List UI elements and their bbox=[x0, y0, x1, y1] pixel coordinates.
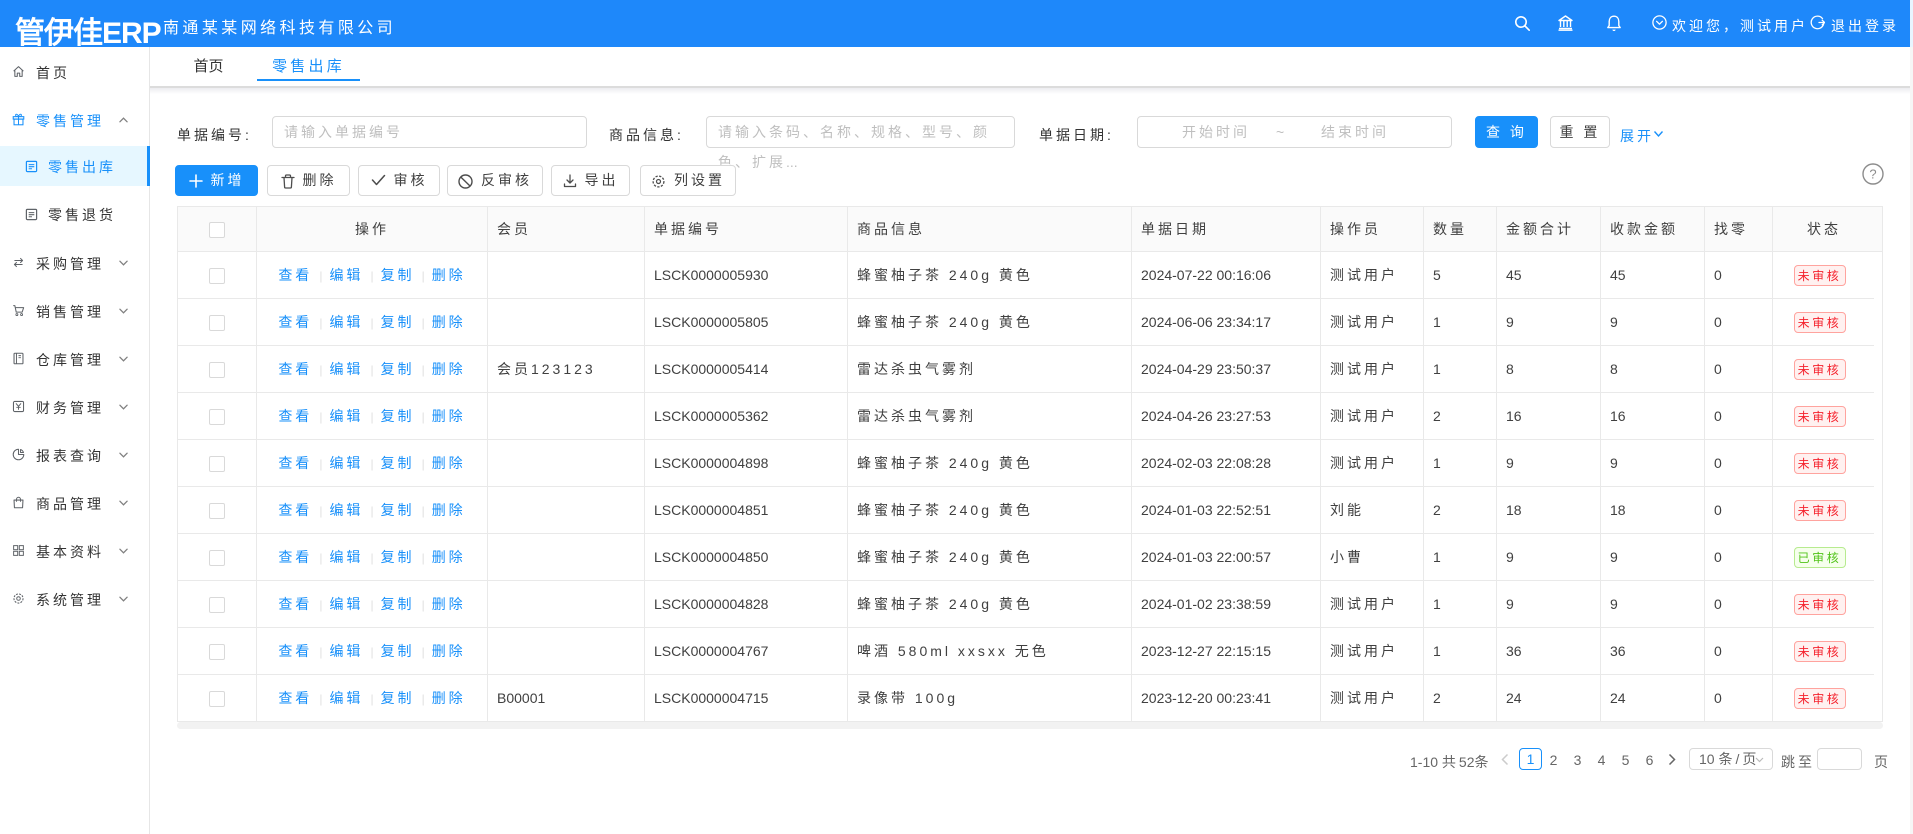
svg-text:?: ? bbox=[1869, 167, 1876, 182]
